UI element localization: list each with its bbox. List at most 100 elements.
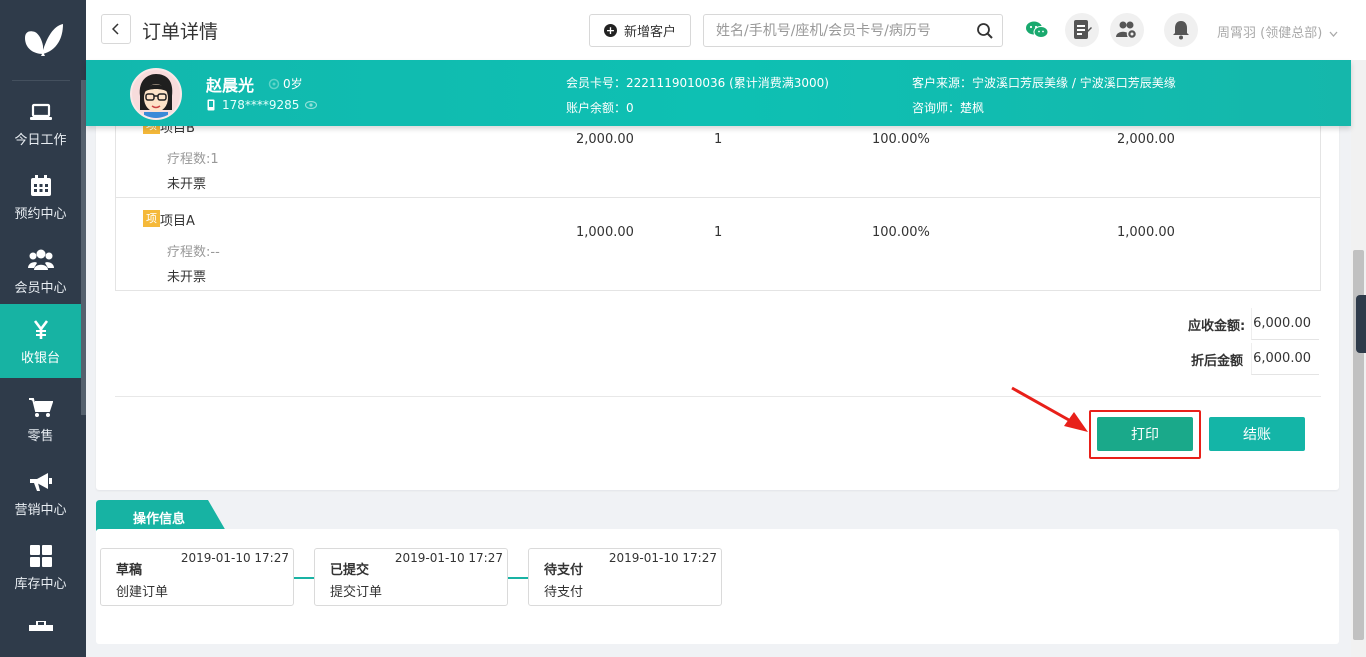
- step-connector: [508, 577, 528, 579]
- tab-operations[interactable]: 操作信息: [96, 500, 226, 531]
- customer-phone: 178****9285: [207, 98, 318, 112]
- search-icon[interactable]: [976, 22, 994, 44]
- app-logo[interactable]: [0, 0, 86, 80]
- page-title: 订单详情: [142, 21, 219, 43]
- chevron-left-icon: [112, 23, 119, 35]
- sidebar-item-today-work[interactable]: 今日工作: [0, 86, 81, 160]
- member-card-field: 会员卡号：2221119010036 (累计消费满3000): [566, 74, 829, 91]
- receivable-value: 6,000.00: [1251, 308, 1319, 340]
- item-type-badge: 项: [143, 210, 160, 227]
- sidebar-item-members[interactable]: 会员中心: [0, 234, 81, 308]
- item-sessions: 疗程数:1: [167, 152, 219, 167]
- sidebar-item-label: 会员中心: [14, 280, 67, 296]
- item-name: 项目A: [160, 214, 195, 229]
- item-discount: 100.00%: [872, 225, 930, 240]
- customer-age: 0岁: [268, 75, 303, 92]
- step-title: 草稿: [116, 563, 143, 578]
- item-qty: 1: [714, 225, 723, 240]
- customer-avatar[interactable]: [130, 68, 182, 120]
- step-desc: 提交订单: [330, 585, 383, 600]
- section-divider: [115, 396, 1321, 397]
- item-price: 2,000.00: [576, 132, 634, 147]
- item-name: 项目B: [160, 126, 195, 136]
- item-discount: 100.00%: [872, 132, 930, 147]
- item-invoice-status: 未开票: [167, 177, 207, 192]
- add-customer-label: 新增客户: [623, 25, 676, 40]
- sidebar-scrollbar[interactable]: [81, 80, 86, 415]
- checkout-button[interactable]: 结账: [1209, 417, 1305, 451]
- customer-banner: 赵晨光 0岁 178****9285 会员卡号：2221119010036 (累…: [86, 60, 1351, 126]
- sidebar-item-appointments[interactable]: 预约中心: [0, 160, 81, 234]
- table-row: 项 项目A 疗程数:-- 未开票 1,000.00 1 100.00% 1,00…: [116, 198, 1320, 291]
- item-qty: 1: [714, 132, 723, 147]
- sidebar-item-inventory[interactable]: 库存中心: [0, 530, 81, 604]
- bell-icon[interactable]: [1164, 13, 1198, 47]
- side-widget-handle[interactable]: [1356, 295, 1366, 353]
- item-price: 1,000.00: [576, 225, 634, 240]
- balance-value: 0: [626, 101, 634, 115]
- grid-icon: [29, 543, 52, 569]
- step-time: 2019-01-10 17:27: [608, 551, 717, 565]
- top-header: 订单详情 + 新增客户 周霄羽 (领健总部): [86, 0, 1366, 60]
- mobile-icon: [207, 99, 215, 111]
- step-pending-payment: 待支付 2019-01-10 17:27 待支付: [528, 548, 722, 606]
- sidebar-item-retail[interactable]: 零售: [0, 382, 81, 456]
- step-submitted: 已提交 2019-01-10 17:27 提交订单: [314, 548, 508, 606]
- sidebar-item-label: 库存中心: [14, 576, 67, 592]
- sidebar-item-label: 收银台: [20, 350, 60, 366]
- step-desc: 创建订单: [116, 585, 169, 600]
- link-icon: [268, 78, 280, 89]
- member-card-value: 2221119010036 (累计消费满3000): [626, 76, 829, 90]
- table-row: 项 项目B 疗程数:1 未开票 2,000.00 1 100.00% 2,000…: [116, 126, 1320, 198]
- order-items-table: 项 项目B 疗程数:1 未开票 2,000.00 1 100.00% 2,000…: [115, 126, 1321, 291]
- megaphone-icon: [29, 469, 53, 495]
- customer-source-label: 客户来源：: [912, 76, 973, 90]
- plus-icon: +: [603, 24, 617, 37]
- step-connector: [294, 577, 314, 579]
- search-input[interactable]: [704, 15, 964, 46]
- customer-phone-label: 178****9285: [222, 98, 300, 112]
- order-detail-card: 项 项目B 疗程数:1 未开票 2,000.00 1 100.00% 2,000…: [96, 126, 1339, 490]
- yen-icon: [33, 317, 49, 343]
- red-arrow-annotation-icon: [1011, 386, 1088, 432]
- back-button[interactable]: [101, 14, 131, 44]
- balance-label: 账户余额：: [566, 101, 627, 115]
- logo-divider: [12, 80, 70, 81]
- step-time: 2019-01-10 17:27: [180, 551, 289, 565]
- notes-icon[interactable]: [1065, 13, 1099, 47]
- sidebar-item-label: 今日工作: [14, 132, 67, 148]
- page-scrollbar[interactable]: [1351, 60, 1366, 657]
- balance-field: 账户余额：0: [566, 99, 634, 116]
- customer-age-label: 0岁: [283, 77, 303, 91]
- item-sessions: 疗程数:--: [167, 245, 220, 260]
- laptop-icon: [29, 99, 52, 125]
- sidebar-item-label: 预约中心: [14, 206, 67, 222]
- chevron-down-icon: [1329, 31, 1338, 37]
- discounted-label: 折后金额: [1191, 354, 1244, 369]
- step-desc: 待支付: [544, 585, 584, 600]
- operations-card: 草稿 2019-01-10 17:27 创建订单 已提交 2019-01-10 …: [96, 529, 1339, 644]
- sidebar-item-cashier[interactable]: 收银台: [0, 304, 81, 378]
- print-button[interactable]: 打印: [1097, 417, 1193, 451]
- wechat-icon[interactable]: [1020, 13, 1054, 47]
- calendar-icon: [30, 173, 52, 199]
- sidebar-item-label: 零售: [27, 428, 54, 444]
- user-menu[interactable]: 周霄羽 (领健总部): [1217, 22, 1338, 41]
- item-type-badge: 项: [143, 126, 160, 134]
- sidebar: 今日工作 预约中心 会员中心 收银台 零售 营销中心 库存中心: [0, 0, 86, 657]
- step-time: 2019-01-10 17:27: [394, 551, 503, 565]
- user-name-label: 周霄羽 (领健总部): [1217, 26, 1323, 41]
- discounted-value: 6,000.00: [1251, 343, 1319, 375]
- eye-icon[interactable]: [305, 101, 318, 109]
- consultant-value: 楚枫: [960, 101, 985, 115]
- briefcase-icon[interactable]: [29, 620, 53, 635]
- sidebar-item-marketing[interactable]: 营销中心: [0, 456, 81, 530]
- item-amount: 1,000.00: [1117, 225, 1175, 240]
- step-title: 已提交: [330, 563, 370, 578]
- tab-operations-label: 操作信息: [133, 512, 186, 527]
- team-settings-icon[interactable]: [1110, 13, 1144, 47]
- add-customer-button[interactable]: + 新增客户: [589, 14, 691, 47]
- step-draft: 草稿 2019-01-10 17:27 创建订单: [100, 548, 294, 606]
- item-amount: 2,000.00: [1117, 132, 1175, 147]
- consultant-label: 咨询师：: [912, 101, 961, 115]
